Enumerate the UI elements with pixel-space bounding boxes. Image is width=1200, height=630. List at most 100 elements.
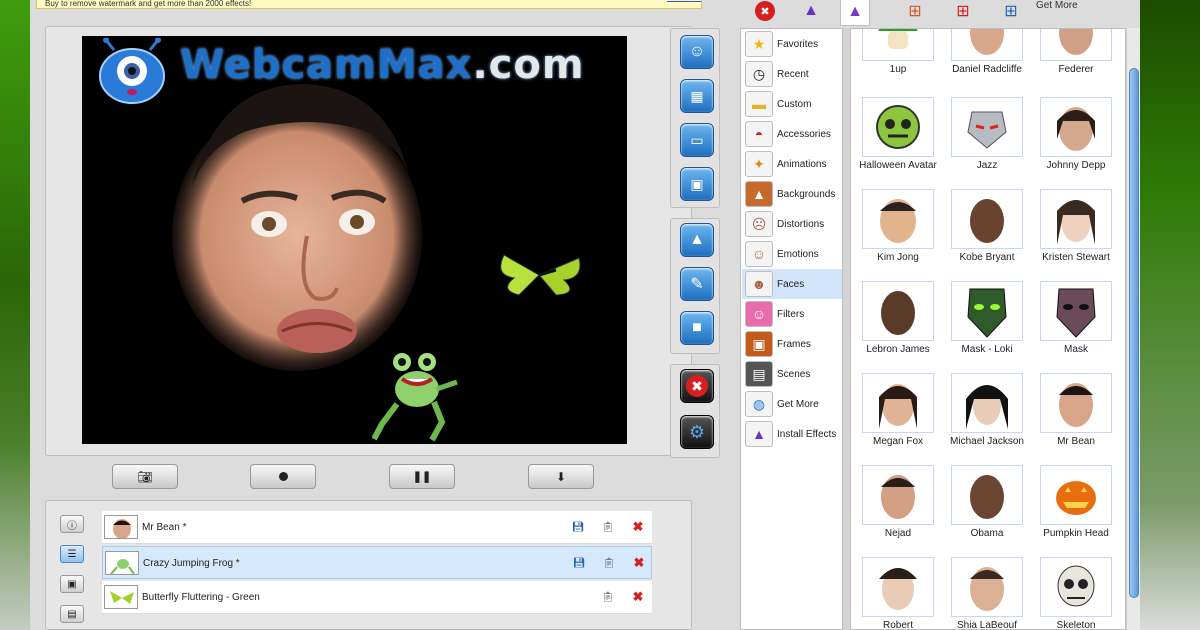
face-thumbnail — [862, 189, 934, 249]
tool-group-mid: ▲ ✎ ■ — [670, 218, 720, 354]
globe-icon: ◍ — [745, 391, 773, 417]
picture-in-picture-button[interactable]: ▣ — [680, 167, 714, 201]
clipboard-icon[interactable]: 📋︎ — [600, 589, 616, 605]
butterfly-thumbnail — [104, 585, 138, 609]
save-icon[interactable]: 💾︎ — [570, 519, 586, 535]
number-one-icon: ⊞ — [1004, 3, 1018, 20]
scrollbar-thumb[interactable] — [1129, 68, 1139, 598]
wizard-hat-icon: ▲ — [803, 2, 819, 19]
category-recent[interactable]: ◷ Recent — [742, 59, 842, 89]
face-item[interactable]: 1up — [855, 29, 947, 93]
delete-icon[interactable]: ✖ — [630, 519, 646, 535]
draw-button[interactable]: ✎ — [680, 267, 714, 301]
webcammax-window: Buy to remove watermark and get more tha… — [30, 0, 1140, 630]
face-item[interactable]: Pumpkin Head — [1033, 465, 1125, 557]
face-icon: ☻ — [745, 271, 773, 297]
category-animations[interactable]: ✦ Animations — [742, 149, 842, 179]
settings-button[interactable]: ⚙ — [680, 415, 714, 449]
category-emotions[interactable]: ☺ Emotions — [742, 239, 842, 269]
category-filters[interactable]: ☺ Filters — [742, 299, 842, 329]
list-tab[interactable]: ☰ — [60, 545, 84, 563]
number-button[interactable]: ⊞ — [996, 0, 1026, 24]
faces-scrollbar[interactable] — [1126, 28, 1140, 630]
info-tab[interactable]: ⓘ — [60, 515, 84, 533]
effects-toolbar: ✖ ▲ ▲ ⊞ ⊞ ⊞ Get More — [740, 0, 1140, 28]
face-item[interactable]: Federer — [1033, 29, 1125, 93]
face-item[interactable]: Kim Jong — [855, 189, 947, 281]
face-item[interactable]: Mr Bean — [1033, 373, 1125, 465]
wizard-tab[interactable]: ▲ — [796, 0, 826, 24]
category-custom[interactable]: ▬ Custom — [742, 89, 842, 119]
face-thumbnail — [951, 189, 1023, 249]
category-install-effects[interactable]: ▲ Install Effects — [742, 419, 842, 449]
face-item[interactable]: Nejad — [855, 465, 947, 557]
face-item[interactable]: Johnny Depp — [1033, 97, 1125, 189]
profile-button[interactable]: ☺ — [680, 35, 714, 69]
magic-hat-icon: ▲ — [847, 2, 863, 20]
table-row[interactable]: Butterfly Fluttering - Green 📋︎ ✖ — [102, 581, 652, 614]
face-item[interactable]: Obama — [944, 465, 1036, 557]
face-thumbnail — [1040, 189, 1112, 249]
clipboard-icon[interactable]: 📋︎ — [601, 555, 617, 571]
face-item[interactable]: Lebron James — [855, 281, 947, 373]
download-button[interactable]: ⬇ — [528, 464, 594, 489]
face-thumbnail — [951, 465, 1023, 525]
record-button[interactable] — [250, 464, 316, 489]
emotion-face-icon: ☺ — [745, 241, 773, 267]
face-item[interactable]: Halloween Avatar — [855, 97, 947, 189]
category-favorites[interactable]: ★ Favorites — [742, 29, 842, 59]
table-row[interactable]: Mr Bean * 💾︎ 📋︎ ✖ — [102, 511, 652, 544]
video-button[interactable]: ▦ — [680, 79, 714, 113]
picture-tab[interactable]: ▣ — [60, 575, 84, 593]
window-button[interactable]: ▭ — [680, 123, 714, 157]
buy-link[interactable] — [667, 0, 701, 2]
category-get-more[interactable]: ◍ Get More — [742, 389, 842, 419]
face-item[interactable]: Skeleton — [1033, 557, 1125, 629]
category-list: ★ Favorites ◷ Recent ▬ Custom ◓ Accessories … — [740, 28, 843, 630]
category-scenes[interactable]: ▤ Scenes — [742, 359, 842, 389]
import-button[interactable]: ⊞ — [948, 0, 978, 24]
skeleton-thumbnail — [1040, 557, 1112, 617]
face-item[interactable]: Megan Fox — [855, 373, 947, 465]
face-item[interactable]: Kristen Stewart — [1033, 189, 1125, 281]
face-item[interactable]: Mask - Loki — [944, 281, 1036, 373]
face-item[interactable]: Mask — [1033, 281, 1125, 373]
snapshot-button[interactable]: 📷︎ — [112, 464, 178, 489]
category-backgrounds[interactable]: ▲ Backgrounds — [742, 179, 842, 209]
record-icon — [278, 472, 288, 481]
face-item[interactable]: Robert — [855, 557, 947, 629]
category-distortions[interactable]: ☹ Distortions — [742, 209, 842, 239]
faces-tab[interactable]: ▲ — [840, 0, 870, 26]
save-icon[interactable]: 💾︎ — [571, 555, 587, 571]
table-row[interactable]: Crazy Jumping Frog * 💾︎ 📋︎ ✖ — [102, 546, 652, 579]
face-thumbnail — [1040, 29, 1112, 61]
delete-icon[interactable]: ✖ — [631, 555, 647, 571]
face-thumbnail — [951, 29, 1023, 61]
category-faces[interactable]: ☻ Faces — [742, 269, 842, 299]
face-item[interactable]: Daniel Radcliffe — [944, 29, 1036, 93]
box-button[interactable]: ■ — [680, 311, 714, 345]
category-frames[interactable]: ▣ Frames — [742, 329, 842, 359]
desktop-background-right — [1138, 0, 1200, 630]
face-item[interactable]: Jazz — [944, 97, 1036, 189]
pumpkin-thumbnail — [1040, 465, 1112, 525]
close-button[interactable]: ✖ — [680, 369, 714, 403]
get-more-link[interactable]: Get More — [1036, 0, 1078, 11]
effects-button[interactable]: ▲ — [680, 223, 714, 257]
face-item[interactable]: Michael Jackson — [944, 373, 1036, 465]
effects-browser: ✖ ▲ ▲ ⊞ ⊞ ⊞ Get More ★ Favorites ◷ Recent … — [740, 0, 1140, 630]
clipboard-icon[interactable]: 📋︎ — [600, 519, 616, 535]
film-tab[interactable]: ▤ — [60, 605, 84, 623]
delete-icon[interactable]: ✖ — [630, 589, 646, 605]
face-item[interactable]: Kobe Bryant — [944, 189, 1036, 281]
pause-button[interactable]: ❚❚ — [389, 464, 455, 489]
face-thumbnail — [951, 373, 1023, 433]
close-effects-button[interactable]: ✖ — [750, 0, 780, 24]
add-effect-button[interactable]: ⊞ — [900, 0, 930, 24]
picture-icon: ▣ — [690, 175, 704, 192]
star-icon: ★ — [745, 31, 773, 57]
mr-bean-face-overlay — [172, 84, 422, 371]
category-accessories[interactable]: ◓ Accessories — [742, 119, 842, 149]
face-item[interactable]: Shia LaBeouf — [944, 557, 1036, 629]
list-icon: ☰ — [67, 548, 77, 560]
